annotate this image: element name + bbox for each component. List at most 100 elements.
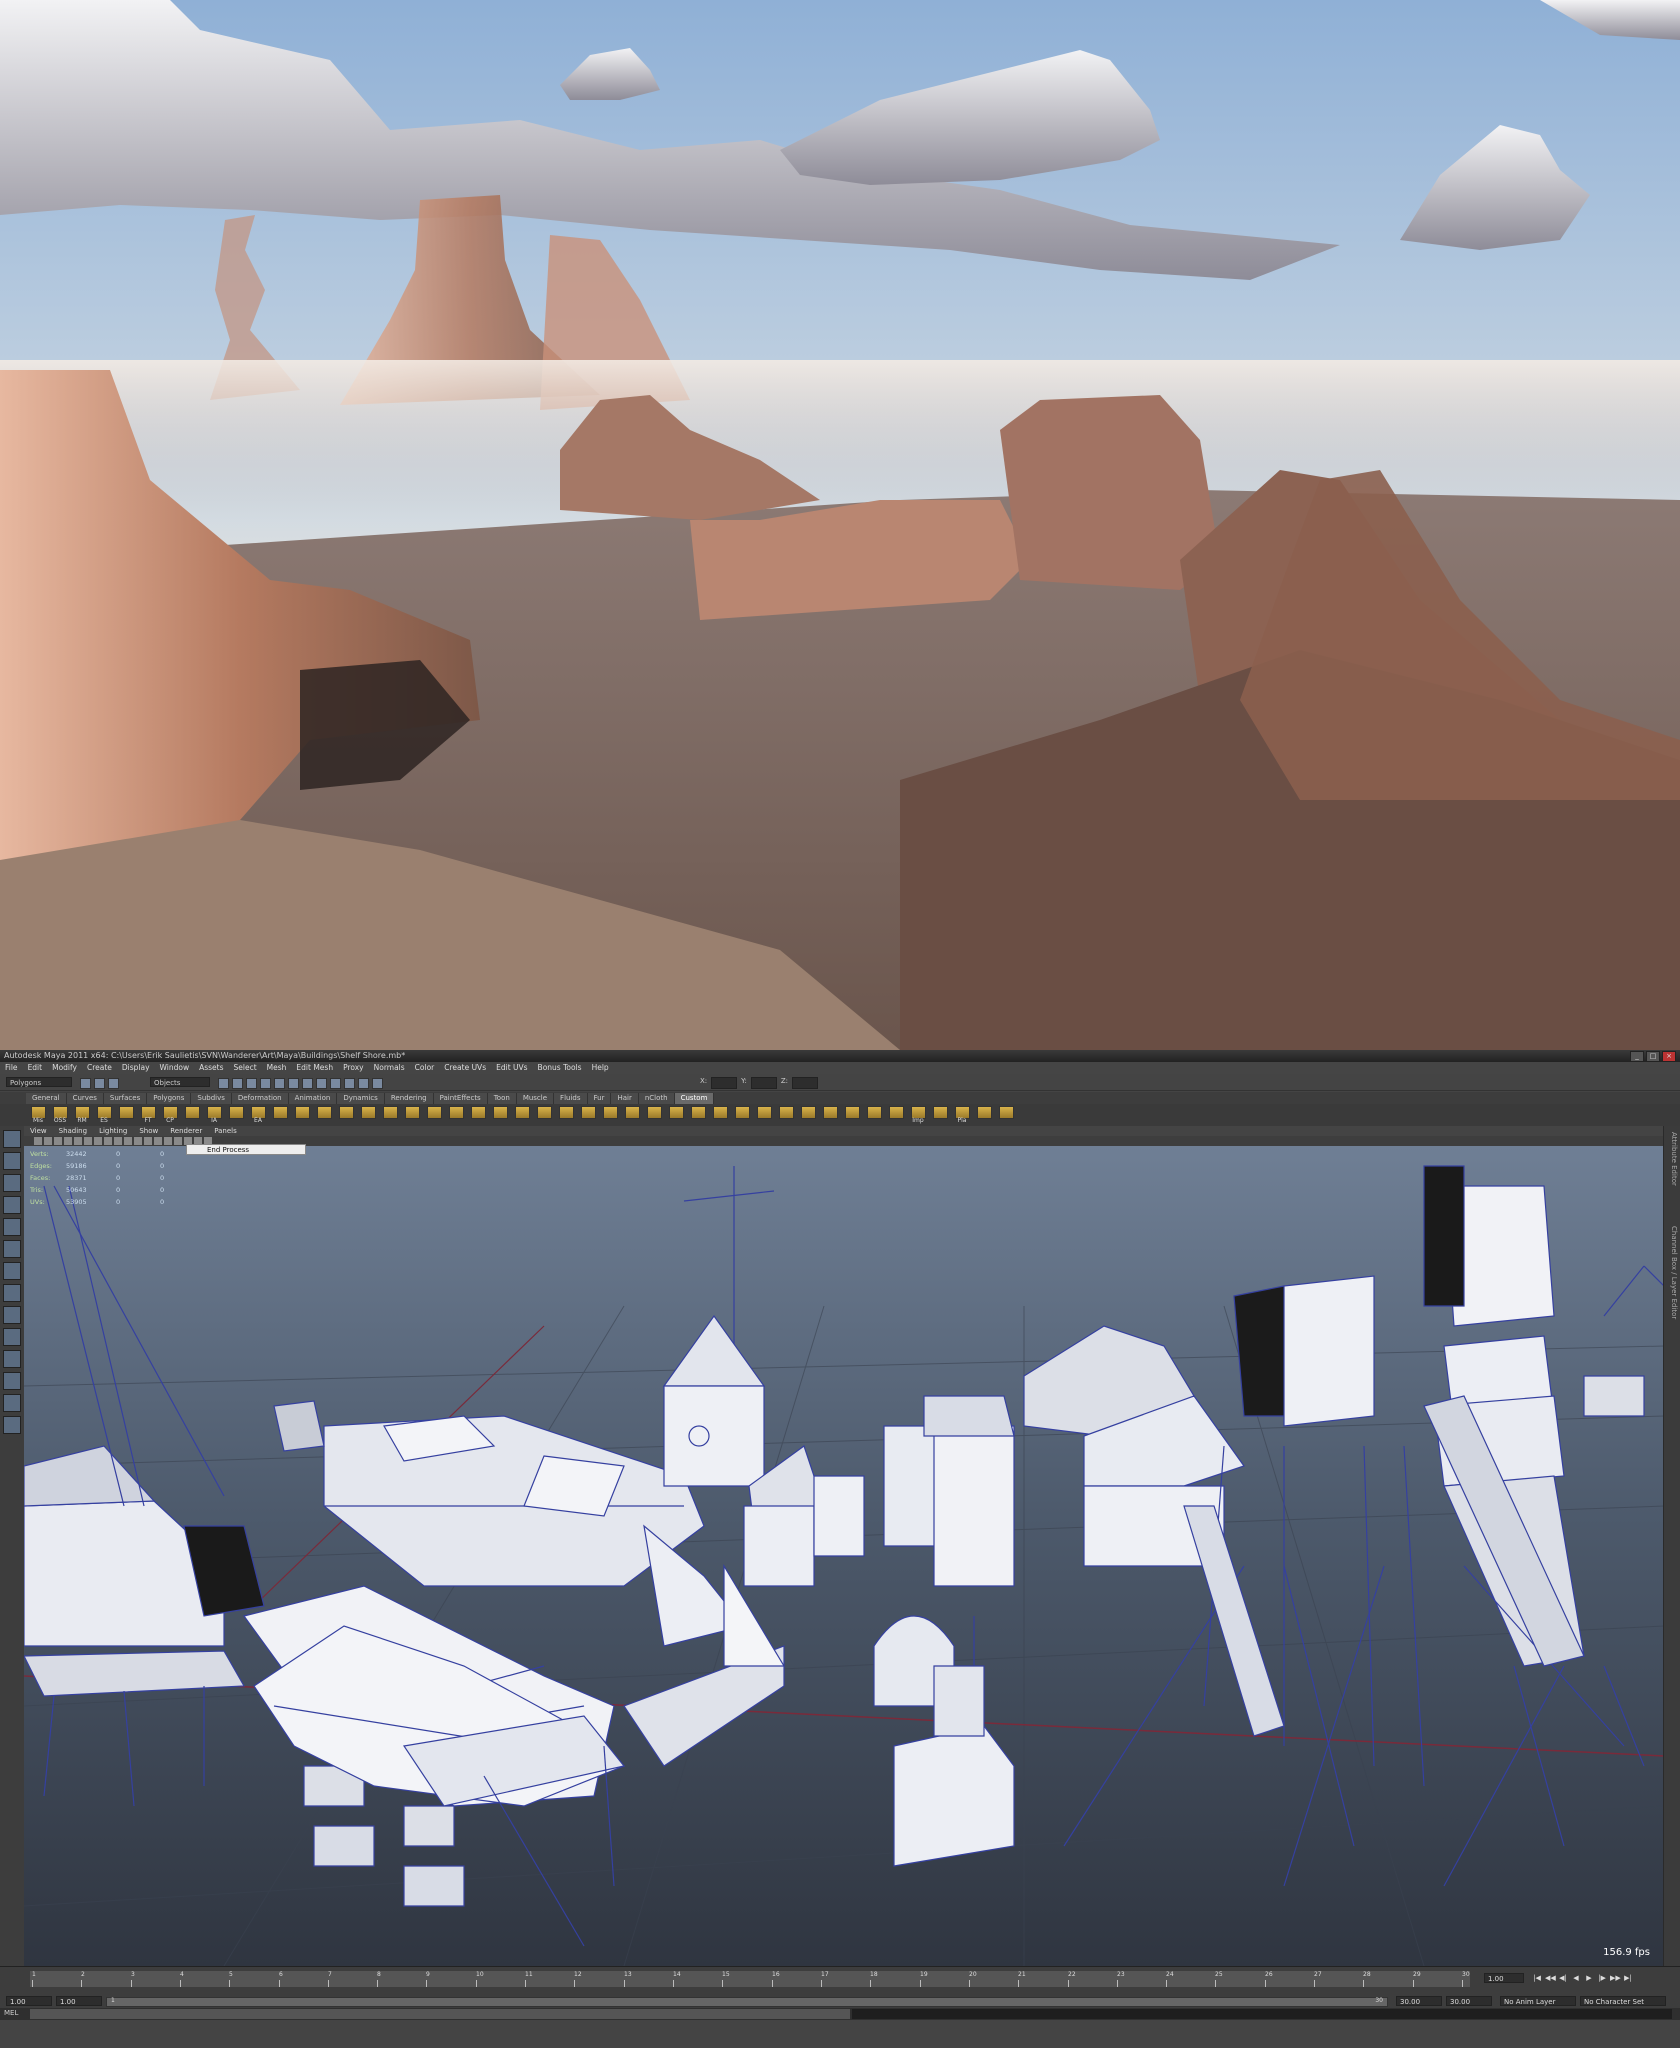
shelf-item-31[interactable] — [710, 1106, 730, 1124]
shelf-tab-animation[interactable]: Animation — [288, 1093, 338, 1104]
shelf-item-15[interactable] — [358, 1106, 378, 1124]
lights-icon[interactable] — [174, 1137, 182, 1145]
select-hierarchy-icon[interactable] — [218, 1078, 229, 1089]
shelf-item-37[interactable] — [842, 1106, 862, 1124]
camera-attr-icon[interactable] — [44, 1137, 52, 1145]
ipr-icon[interactable] — [344, 1078, 355, 1089]
hypershade-icon[interactable] — [372, 1078, 383, 1089]
open-scene-icon[interactable] — [94, 1078, 105, 1089]
menu-window[interactable]: Window — [155, 1062, 195, 1074]
shelf-tab-rendering[interactable]: Rendering — [384, 1093, 434, 1104]
shelf-item-34[interactable] — [776, 1106, 796, 1124]
maximize-button[interactable]: □ — [1646, 1051, 1660, 1062]
menu-select[interactable]: Select — [229, 1062, 262, 1074]
shelf-item-18[interactable] — [424, 1106, 444, 1124]
layout-four-icon[interactable] — [3, 1328, 21, 1346]
shelf-item-9[interactable] — [226, 1106, 246, 1124]
x-field[interactable] — [711, 1077, 738, 1089]
smooth-shade-icon[interactable] — [154, 1137, 162, 1145]
shelf-tab-deformation[interactable]: Deformation — [231, 1093, 289, 1104]
shelf-item-27[interactable] — [622, 1106, 642, 1124]
layout-outliner-icon[interactable] — [3, 1372, 21, 1390]
go-to-start-button[interactable]: |◀ — [1532, 1973, 1542, 1983]
scale-tool-icon[interactable] — [3, 1240, 21, 1258]
shelf-tab-muscle[interactable]: Muscle — [516, 1093, 555, 1104]
menu-assets[interactable]: Assets — [194, 1062, 228, 1074]
shelf-item-25[interactable] — [578, 1106, 598, 1124]
render-icon[interactable] — [330, 1078, 341, 1089]
shelf-item-26[interactable] — [600, 1106, 620, 1124]
manipulator-icon[interactable] — [3, 1262, 21, 1280]
shelf-item-23[interactable] — [534, 1106, 554, 1124]
shelf-tab-general[interactable]: General — [26, 1093, 67, 1104]
shelf-item-33[interactable] — [754, 1106, 774, 1124]
menu-create-uvs[interactable]: Create UVs — [439, 1062, 491, 1074]
step-back-frame-button[interactable]: ◀| — [1558, 1973, 1568, 1983]
shelf-tab-hair[interactable]: Hair — [611, 1093, 639, 1104]
shelf-item-3[interactable]: ES — [94, 1106, 114, 1124]
film-gate-icon[interactable] — [84, 1137, 92, 1145]
animation-end-field[interactable]: 30.00 — [1446, 1996, 1492, 2006]
shelf-item-40[interactable]: Imp — [908, 1106, 928, 1124]
last-tool-icon[interactable] — [3, 1284, 21, 1302]
playback-end-field[interactable]: 30.00 — [1396, 1996, 1442, 2006]
select-tool-icon[interactable] — [3, 1130, 21, 1148]
shelf-item-21[interactable] — [490, 1106, 510, 1124]
menu-create[interactable]: Create — [82, 1062, 117, 1074]
menu-edit-mesh[interactable]: Edit Mesh — [291, 1062, 338, 1074]
command-input[interactable] — [30, 2009, 850, 2019]
shelf-item-43[interactable] — [974, 1106, 994, 1124]
shelf-tab-fluids[interactable]: Fluids — [554, 1093, 588, 1104]
shelf-item-24[interactable] — [556, 1106, 576, 1124]
selection-mode-field[interactable]: Objects — [150, 1077, 210, 1087]
select-component-icon[interactable] — [246, 1078, 257, 1089]
go-to-end-button[interactable]: ▶| — [1623, 1973, 1633, 1983]
shelf-item-11[interactable] — [270, 1106, 290, 1124]
menu-help[interactable]: Help — [587, 1062, 614, 1074]
safe-title-icon[interactable] — [134, 1137, 142, 1145]
shelf-tab-dynamics[interactable]: Dynamics — [337, 1093, 385, 1104]
snap-curve-icon[interactable] — [274, 1078, 285, 1089]
shelf-item-7[interactable] — [182, 1106, 202, 1124]
menu-modify[interactable]: Modify — [47, 1062, 82, 1074]
shelf-item-44[interactable] — [996, 1106, 1016, 1124]
gate-mask-icon[interactable] — [104, 1137, 112, 1145]
shelf-item-6[interactable]: CP — [160, 1106, 180, 1124]
shelf-item-5[interactable]: FT — [138, 1106, 158, 1124]
shelf-tab-custom[interactable]: Custom — [674, 1093, 715, 1104]
shelf-item-30[interactable] — [688, 1106, 708, 1124]
layout-single-icon[interactable] — [3, 1306, 21, 1324]
menu-edit-uvs[interactable]: Edit UVs — [491, 1062, 532, 1074]
panel-menu-shading[interactable]: Shading — [53, 1126, 93, 1136]
play-backwards-button[interactable]: ◀ — [1571, 1973, 1581, 1983]
camera-select-icon[interactable] — [34, 1137, 42, 1145]
save-scene-icon[interactable] — [108, 1078, 119, 1089]
z-field[interactable] — [792, 1077, 819, 1089]
shelf-item-29[interactable] — [666, 1106, 686, 1124]
attribute-editor-tab[interactable]: Attribute Editor — [1666, 1132, 1678, 1212]
shelf-item-22[interactable] — [512, 1106, 532, 1124]
shelf-item-0[interactable]: Mis — [28, 1106, 48, 1124]
image-plane-icon[interactable] — [64, 1137, 72, 1145]
minimize-button[interactable]: _ — [1630, 1051, 1644, 1062]
current-frame-field[interactable]: 1.00 — [1484, 1973, 1524, 1983]
shelf-item-39[interactable] — [886, 1106, 906, 1124]
paint-select-icon[interactable] — [3, 1174, 21, 1192]
bookmark-icon[interactable] — [54, 1137, 62, 1145]
shelf-item-32[interactable] — [732, 1106, 752, 1124]
menu-bonus-tools[interactable]: Bonus Tools — [533, 1062, 587, 1074]
perspective-viewport[interactable]: Verts: 32442 0 0 Edges: 59186 0 0 Faces: 28371 0 0 T… — [24, 1146, 1664, 1966]
mode-selector[interactable]: Polygons — [6, 1077, 72, 1087]
play-forwards-button[interactable]: ▶ — [1584, 1973, 1594, 1983]
shelf-tab-fur[interactable]: Fur — [587, 1093, 612, 1104]
shelf-tab-subdivs[interactable]: Subdivs — [191, 1093, 232, 1104]
textured-icon[interactable] — [164, 1137, 172, 1145]
playback-start-field[interactable]: 1.00 — [56, 1996, 102, 2006]
animation-start-field[interactable]: 1.00 — [6, 1996, 52, 2006]
shelf-item-13[interactable] — [314, 1106, 334, 1124]
shelf-tab-toon[interactable]: Toon — [487, 1093, 517, 1104]
move-tool-icon[interactable] — [3, 1196, 21, 1214]
shelf-tab-polygons[interactable]: Polygons — [147, 1093, 192, 1104]
shelf-item-38[interactable] — [864, 1106, 884, 1124]
layout-graph-icon[interactable] — [3, 1394, 21, 1412]
